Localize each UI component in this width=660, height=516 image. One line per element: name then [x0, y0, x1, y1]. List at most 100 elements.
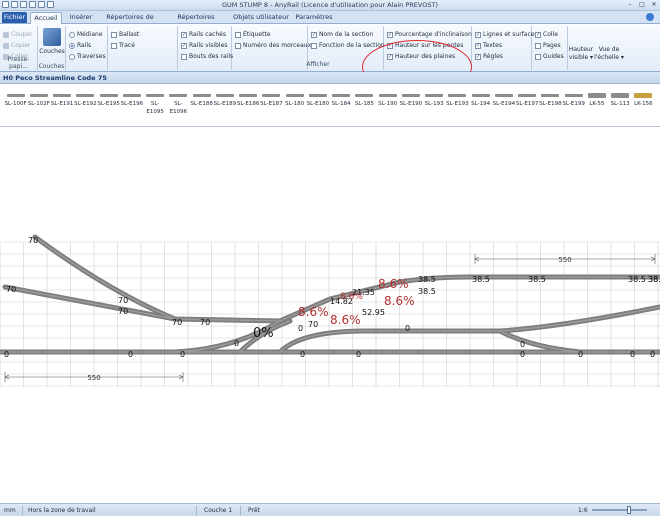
layout-canvas[interactable]: 550 550 70 70 70 70 70 70 70 0% 0 0 0 0 0 0 0 0 0 0 0 0 0 14.8… [0, 127, 660, 503]
track-piece-icon[interactable] [99, 94, 118, 97]
tab-home[interactable]: Accueil [30, 12, 62, 24]
tab-file[interactable]: Fichier [2, 12, 27, 23]
piece-numbers-checkbox[interactable]: Numéro des morceaux [235, 42, 311, 49]
track-piece-label[interactable]: SL-100F [4, 100, 27, 108]
rules-checkbox[interactable]: ✓ Règles [475, 53, 503, 60]
tab-user-objects[interactable]: Objets utilisateur [232, 12, 290, 24]
track-piece-label[interactable]: SL-E193 [446, 100, 469, 108]
track-piece-icon[interactable] [6, 94, 25, 97]
height-label: 0 [300, 350, 305, 359]
track-piece-label[interactable]: LK-55 [585, 100, 608, 108]
lines-surfaces-checkbox[interactable]: ✓ Lignes et surfaces [475, 31, 538, 38]
track-piece-icon[interactable] [53, 94, 72, 97]
track-piece-label[interactable]: SL-113 [609, 100, 632, 108]
track-piece-label[interactable]: SL-193 [423, 100, 446, 108]
track-piece-icon[interactable] [378, 94, 397, 97]
track-piece-icon[interactable] [239, 94, 258, 97]
pages-checkbox[interactable]: Pages [535, 42, 561, 49]
layers-button[interactable]: Couches [38, 26, 66, 58]
ballast-checkbox[interactable]: Ballast [111, 31, 139, 38]
track-piece-label[interactable]: LK-156 [632, 100, 655, 108]
track-piece-icon[interactable] [146, 94, 165, 97]
close-button[interactable]: ✕ [650, 1, 658, 8]
track-piece-label[interactable]: SL-E1096 [167, 100, 190, 116]
help-icon[interactable] [646, 13, 654, 21]
track-piece-icon[interactable] [401, 94, 420, 97]
rail-ends-checkbox[interactable]: Bouts des rails [181, 53, 233, 60]
track-piece-label[interactable]: SL-E198 [539, 100, 562, 108]
tab-insert[interactable]: Insérer [66, 12, 96, 24]
visible-height-dropdown[interactable]: Hauteur visible ▾ [568, 46, 594, 62]
track-piece-icon[interactable] [587, 93, 606, 98]
title-bar: GUM STUMP 8 - AnyRail (Licence d'utilisa… [0, 0, 660, 11]
track-piece-label[interactable]: SL-184 [330, 100, 353, 108]
tab-track-library[interactable]: Répertoires de rails [100, 12, 160, 32]
track-segment[interactable] [497, 328, 583, 355]
track-piece-label[interactable]: SL-E197 [516, 100, 539, 108]
track-piece-icon[interactable] [308, 94, 327, 97]
track-piece-label[interactable]: SL-E195 [97, 100, 120, 108]
track-piece-label[interactable]: SL-E189 [213, 100, 236, 108]
track-piece-label[interactable]: SL-E180 [306, 100, 329, 108]
dimension-label: 550 [558, 256, 571, 264]
texts-checkbox[interactable]: ✓ Textes [475, 42, 502, 49]
hidden-rails-checkbox[interactable]: ✓ Rails cachés [181, 31, 226, 38]
track-piece-label[interactable]: SL-E196 [120, 100, 143, 108]
label-checkbox[interactable]: Étiquette [235, 31, 271, 38]
track-piece-icon[interactable] [611, 93, 630, 98]
track-piece-label[interactable]: SL-194 [469, 100, 492, 108]
visible-rails-checkbox[interactable]: ✓ Rails visibles [181, 42, 227, 49]
zoom-slider[interactable] [592, 509, 647, 511]
track-piece-icon[interactable] [471, 94, 490, 97]
track-piece-icon[interactable] [169, 94, 188, 97]
track-piece-icon[interactable] [122, 94, 141, 97]
maximize-button[interactable]: □ [638, 1, 646, 8]
section-function-checkbox[interactable]: Fonction de la section [311, 42, 385, 49]
track-piece-icon[interactable] [518, 94, 537, 97]
track-piece-label[interactable]: SL-E1095 [144, 100, 167, 116]
cut-button[interactable]: Couper [3, 31, 33, 38]
track-piece-icon[interactable] [564, 94, 583, 97]
guides-checkbox[interactable]: Guides [535, 53, 564, 60]
track-piece-label[interactable]: SL-E190 [399, 100, 422, 108]
rails-radio[interactable]: Rails [69, 42, 91, 49]
tab-settings[interactable]: Paramètres [294, 12, 334, 24]
track-piece-label[interactable]: SL-185 [353, 100, 376, 108]
minimize-button[interactable]: – [626, 1, 634, 8]
track-piece-icon[interactable] [215, 94, 234, 97]
track-piece-icon[interactable] [29, 94, 48, 97]
sleepers-radio[interactable]: Traverses [69, 53, 106, 60]
track-piece-label[interactable]: SL-E187 [260, 100, 283, 108]
trace-checkbox[interactable]: Tracé [111, 42, 135, 49]
track-piece-icon[interactable] [541, 94, 560, 97]
track-piece-label[interactable]: SL-190 [376, 100, 399, 108]
section-name-checkbox[interactable]: ✓ Nom de la section [311, 31, 373, 38]
track-piece-icon[interactable] [332, 94, 351, 97]
track-piece-icon[interactable] [76, 94, 95, 97]
track-plan[interactable]: 550550 7070707070 70 700%0 0 000 000 0 0 00 014.8… [0, 127, 660, 503]
track-piece-label[interactable]: SL-E199 [562, 100, 585, 108]
track-piece-icon[interactable] [448, 94, 467, 97]
tab-object-library[interactable]: Répertoires d'objets [164, 12, 228, 32]
track-piece-label[interactable]: SL-E194 [492, 100, 515, 108]
track-piece-label[interactable]: SL-E192 [74, 100, 97, 108]
track-piece-label[interactable]: SL-180 [283, 100, 306, 108]
track-piece-label[interactable]: SL-E191 [51, 100, 74, 108]
zoom-slider-handle[interactable] [627, 506, 631, 514]
track-piece-icon[interactable] [262, 94, 281, 97]
track-piece-label[interactable]: SL-102F [27, 100, 50, 108]
incline-percentage-checkbox[interactable]: ✓ Pourcentage d'inclinaison [387, 31, 472, 38]
track-piece-icon[interactable] [425, 94, 444, 97]
track-piece-icon[interactable] [634, 93, 653, 98]
median-radio[interactable]: Médiane [69, 31, 103, 38]
copy-button[interactable]: Copier [3, 42, 31, 49]
track-segment[interactable] [32, 234, 283, 324]
scale-view-dropdown[interactable]: Vue de l'échelle ▾ [594, 46, 624, 62]
track-piece-icon[interactable] [494, 94, 513, 97]
track-piece-label[interactable]: SL-E186 [237, 100, 260, 108]
track-piece-icon[interactable] [285, 94, 304, 97]
track-piece-icon[interactable] [192, 94, 211, 97]
track-piece-icon[interactable] [355, 94, 374, 97]
track-piece-label[interactable]: SL-E188 [190, 100, 213, 108]
glue-checkbox[interactable]: ✓ Colle [535, 31, 558, 38]
